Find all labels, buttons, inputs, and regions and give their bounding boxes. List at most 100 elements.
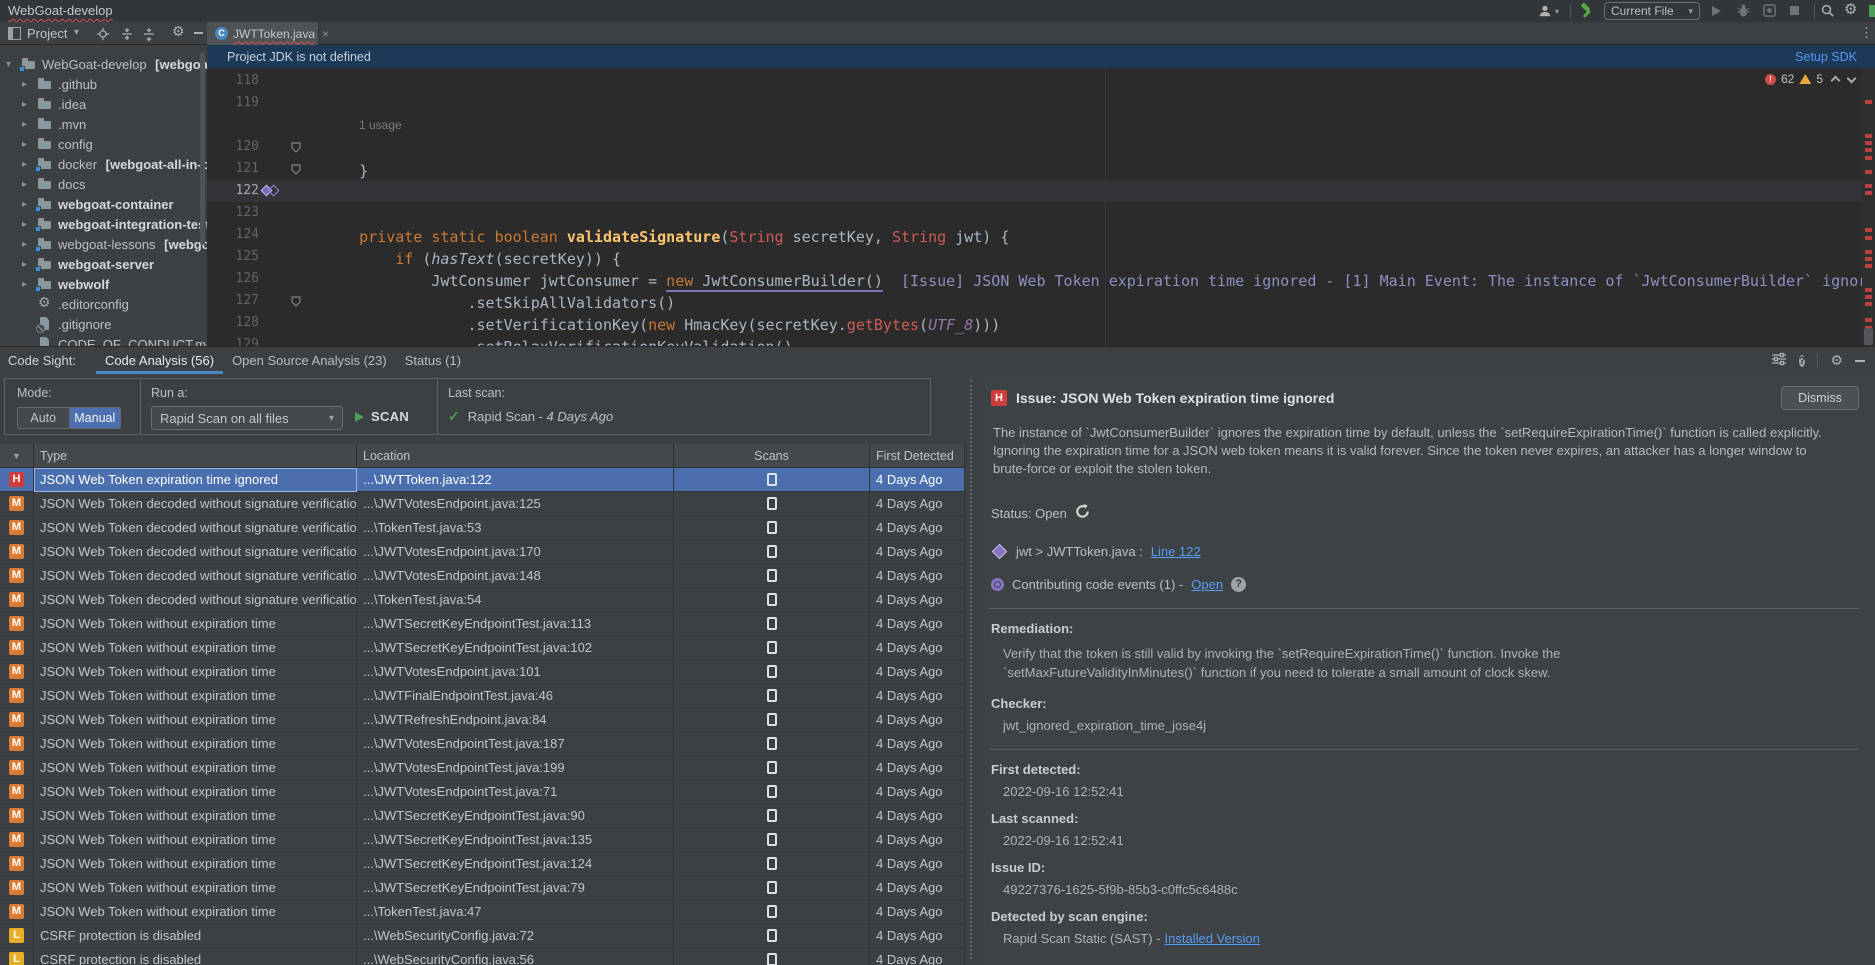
issue-table-row[interactable]: M JSON Web Token without expiration time… [0,708,965,732]
tree-chevron-icon[interactable]: ▸ [22,119,37,130]
code-line[interactable]: 118 } [207,70,1875,92]
toolwindow-gear-icon[interactable]: ⚙ [1830,353,1843,368]
issue-table-row[interactable]: M JSON Web Token without expiration time… [0,684,965,708]
next-issue-icon[interactable] [1847,73,1857,83]
tree-item[interactable]: ▸ webwolf [0,274,207,294]
code-line[interactable]: 125 .setRelaxVerificationKeyValidation() [207,246,1875,268]
toolwindow-tab[interactable]: Open Source Analysis (23) [223,347,396,374]
code-line[interactable]: 127 try { [207,290,1875,312]
code-line[interactable]: 1 usage [207,114,1875,136]
project-panel-title[interactable]: Project [27,26,67,41]
stop-button[interactable] [1790,6,1799,15]
code-line[interactable]: 122 JwtConsumer jwtConsumer = new JwtCon… [207,180,1875,202]
first-detected-column-header[interactable]: First Detected [870,444,965,468]
issue-table-row[interactable]: M JSON Web Token without expiration time… [0,828,965,852]
scan-checkbox-icon[interactable] [767,809,777,822]
error-stripe-mark[interactable] [1865,318,1872,322]
code-line[interactable]: 120 private static boolean validateSigna… [207,136,1875,158]
scan-checkbox-icon[interactable] [767,665,777,678]
issue-table-row[interactable]: M JSON Web Token without expiration time… [0,852,965,876]
error-stripe-mark[interactable] [1865,295,1872,299]
issue-table-row[interactable]: M JSON Web Token without expiration time… [0,756,965,780]
prev-issue-icon[interactable] [1831,76,1841,86]
error-stripe-mark[interactable] [1865,141,1872,145]
hide-toolwindow-icon[interactable] [1855,360,1865,362]
toolwindow-tab[interactable]: Status (1) [396,347,470,374]
panel-gear-icon[interactable]: ⚙ [172,24,185,39]
open-events-link[interactable]: Open [1191,577,1223,592]
error-stripe-mark[interactable] [1865,191,1872,195]
code-line[interactable]: 119 [207,92,1875,114]
error-stripe-mark[interactable] [1865,134,1872,138]
tree-chevron-icon[interactable]: ▸ [22,99,37,110]
issue-table-row[interactable]: M JSON Web Token decoded without signatu… [0,564,965,588]
error-stripe-mark[interactable] [1865,156,1872,160]
error-stripe-mark[interactable] [1865,170,1872,174]
code-line[interactable]: 128 jwtConsumer.processToClaims(jwt); [207,312,1875,334]
error-stripe-mark[interactable] [1865,148,1872,152]
scan-checkbox-icon[interactable] [767,833,777,846]
editor-scrollbar-thumb[interactable] [1864,328,1873,345]
code-line[interactable]: 129 return true; [207,334,1875,346]
tab-options-icon[interactable]: ⋮ [1860,25,1873,41]
settings-gear-icon[interactable]: ⚙ [1844,2,1857,17]
tree-item[interactable]: ▸ webgoat-container [0,194,207,214]
collapse-all-icon[interactable] [142,27,156,44]
issue-table-row[interactable]: M JSON Web Token without expiration time… [0,636,965,660]
error-stripe-mark[interactable] [1865,302,1872,306]
issue-table-row[interactable]: H JSON Web Token expiration time ignored… [0,468,965,492]
fold-marker-icon[interactable] [291,295,301,310]
issue-table-row[interactable]: M JSON Web Token decoded without signatu… [0,516,965,540]
scan-checkbox-icon[interactable] [767,545,777,558]
issue-table-row[interactable]: L CSRF protection is disabled ...\WebSec… [0,948,965,965]
scan-checkbox-icon[interactable] [767,521,777,534]
debug-bug-icon[interactable] [1736,3,1751,18]
tree-item[interactable]: ▾ WebGoat-develop [webgoat-parent] [0,54,207,74]
issue-table-row[interactable]: M JSON Web Token without expiration time… [0,900,965,924]
toolwindow-tab[interactable]: Code Analysis (56) [96,347,223,374]
tree-chevron-icon[interactable]: ▸ [22,79,37,90]
installed-version-link[interactable]: Installed Version [1165,931,1260,946]
dismiss-button[interactable]: Dismiss [1781,386,1859,410]
code-line[interactable]: 126 .build(); [207,268,1875,290]
location-column-header[interactable]: Location [357,444,674,468]
scan-checkbox-icon[interactable] [767,857,777,870]
scan-checkbox-icon[interactable] [767,497,777,510]
line-link[interactable]: Line 122 [1151,544,1201,559]
tree-item[interactable]: ▸ webgoat-lessons [webgoat-lessons [0,234,207,254]
close-tab-icon[interactable]: × [322,27,329,41]
scan-checkbox-icon[interactable] [767,641,777,654]
scan-checkbox-icon[interactable] [767,953,777,965]
issue-table-row[interactable]: M JSON Web Token without expiration time… [0,660,965,684]
severity-column-header[interactable]: ▼ [0,444,34,468]
scan-button[interactable]: SCAN [355,409,409,424]
editor-tab[interactable]: C JWTToken.java × [207,22,319,45]
tree-item[interactable]: ▸ config [0,134,207,154]
tree-item[interactable]: ▸ .mvn [0,114,207,134]
issue-diamond-gutter-icon[interactable] [259,183,281,201]
type-column-header[interactable]: Type [34,444,357,468]
error-stripe-mark[interactable] [1865,288,1872,292]
error-stripe-mark[interactable] [1865,236,1872,240]
usages-inlay-hint[interactable]: 1 usage [359,114,402,136]
hide-panel-icon[interactable] [194,32,203,34]
error-stripe-mark[interactable] [1865,228,1872,232]
code-line[interactable]: 123 .setSkipAllValidators() [207,202,1875,224]
issue-table-row[interactable]: M JSON Web Token without expiration time… [0,804,965,828]
code-line[interactable]: 124 .setVerificationKey(new HmacKey(secr… [207,224,1875,246]
mode-manual-option[interactable]: Manual [70,408,121,428]
error-stripe-mark[interactable] [1865,250,1872,254]
scan-checkbox-icon[interactable] [767,785,777,798]
editor-error-stripe[interactable] [1862,68,1875,346]
locate-file-icon[interactable] [96,27,110,44]
tree-item[interactable]: ▸ .github [0,74,207,94]
mode-auto-option[interactable]: Auto [18,408,70,428]
issue-table-row[interactable]: M JSON Web Token decoded without signatu… [0,588,965,612]
scan-checkbox-icon[interactable] [767,929,777,942]
code-line[interactable]: 121 if (hasText(secretKey)) { [207,158,1875,180]
tree-item[interactable]: ▸ .idea [0,94,207,114]
tree-chevron-icon[interactable]: ▸ [22,139,37,150]
error-stripe-mark[interactable] [1865,264,1872,268]
help-icon[interactable]: ? [1799,352,1806,369]
view-options-icon[interactable] [1771,352,1787,369]
